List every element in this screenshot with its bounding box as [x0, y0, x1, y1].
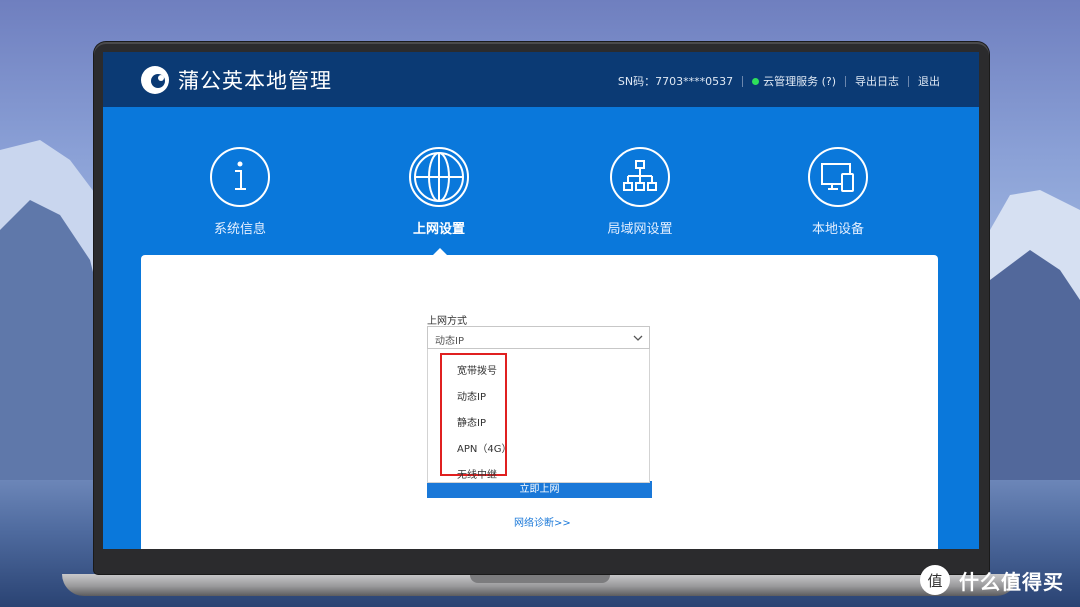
pgy-logo-icon [141, 66, 169, 94]
nav-item-internet-settings[interactable]: 上网设置 [379, 147, 499, 237]
connection-type-label: 上网方式 [427, 316, 467, 327]
router-admin-screen: 蒲公英本地管理 SN码：7703****0537 云管理服务 (?) 导出日志 … [103, 52, 979, 549]
info-icon [210, 147, 270, 207]
selected-value: 动态IP [435, 336, 464, 347]
connection-type-dropdown: 宽带拨号 动态IP 静态IP APN（4G） 无线中继 [427, 349, 650, 483]
export-log-link[interactable]: 导出日志 [855, 73, 899, 89]
header-actions: SN码：7703****0537 云管理服务 (?) 导出日志 退出 [618, 73, 940, 89]
connection-type-select[interactable]: 动态IP [427, 326, 650, 349]
nav-label: 局域网设置 [607, 222, 673, 237]
network-topology-icon [610, 147, 670, 207]
laptop-base [62, 574, 1018, 596]
nav-label: 本地设备 [811, 222, 864, 237]
settings-panel: 上网方式 动态IP 立即上网 网络诊断>> 宽带拨号 动态IP 静态IP APN… [141, 255, 938, 549]
option-pppoe[interactable]: 宽带拨号 [457, 362, 497, 377]
divider [742, 75, 744, 87]
top-header: 蒲公英本地管理 SN码：7703****0537 云管理服务 (?) 导出日志 … [103, 52, 979, 107]
option-apn[interactable]: APN（4G） [457, 440, 511, 455]
option-dhcp[interactable]: 动态IP [457, 388, 486, 403]
cloud-service-link[interactable]: 云管理服务 (?) [763, 73, 836, 89]
app-brand-title: 蒲公英本地管理 [178, 69, 332, 93]
nav-item-lan-settings[interactable]: 局域网设置 [580, 147, 700, 237]
svg-text:值: 值 [927, 572, 942, 590]
devices-icon [808, 147, 868, 207]
cloud-status-dot-icon [752, 77, 760, 85]
nav-label: 上网设置 [412, 222, 465, 237]
nav-item-local-devices[interactable]: 本地设备 [778, 147, 898, 237]
smzdm-logo-icon: 值 [920, 565, 950, 595]
watermark: 值 什么值得买 [919, 564, 1064, 596]
laptop-notch [470, 574, 610, 583]
watermark-text: 什么值得买 [959, 569, 1064, 594]
globe-icon [409, 147, 469, 207]
chevron-down-icon [633, 335, 643, 341]
nav-item-system-info[interactable]: 系统信息 [180, 147, 300, 237]
network-diagnose-link[interactable]: 网络诊断>> [514, 514, 571, 529]
main-nav: 系统信息 上网设置 局域网设置 本地设备 [103, 147, 979, 247]
serial-number: SN码：7703****0537 [617, 75, 734, 88]
logout-link[interactable]: 退出 [918, 73, 940, 89]
connect-now-button[interactable]: 立即上网 [427, 481, 652, 498]
option-static[interactable]: 静态IP [457, 414, 486, 429]
option-wireless-relay[interactable]: 无线中继 [457, 466, 497, 481]
nav-label: 系统信息 [213, 222, 266, 237]
divider [908, 75, 909, 87]
divider [845, 75, 846, 87]
